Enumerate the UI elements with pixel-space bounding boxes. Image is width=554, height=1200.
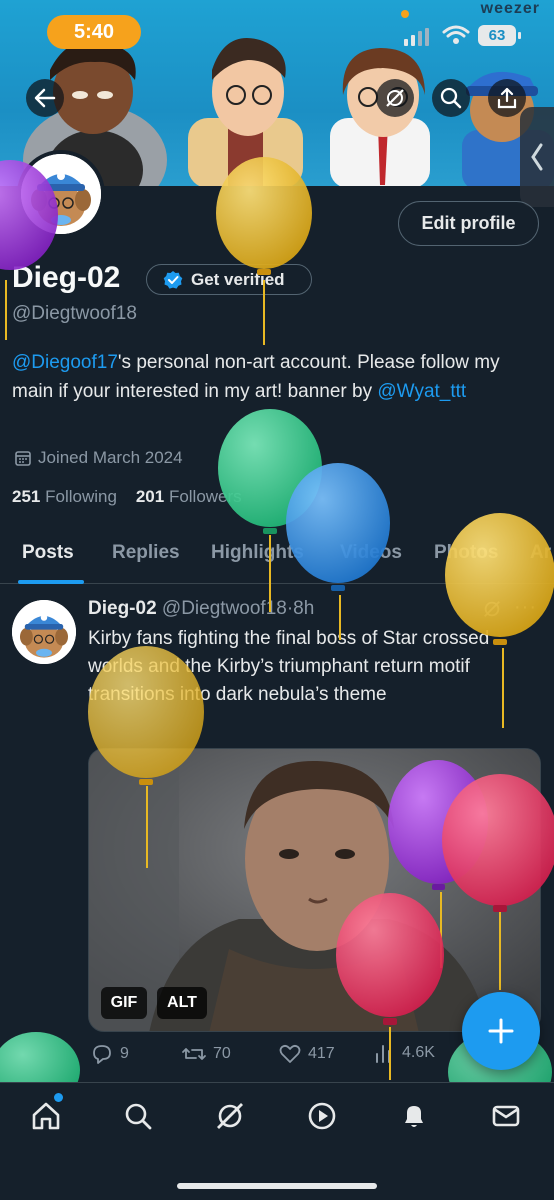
- side-panel-chevron-icon: [531, 143, 543, 171]
- status-bar: 5:40 weezer 63: [0, 0, 554, 60]
- messages-icon: [492, 1105, 520, 1127]
- bio-mention-main[interactable]: @Diegoof17: [12, 352, 118, 373]
- repost-button[interactable]: 70: [181, 1042, 231, 1066]
- tweet-avatar-image: [12, 600, 76, 664]
- get-verified-label: Get verified: [191, 269, 285, 289]
- grok-icon: [386, 89, 404, 107]
- tab-videos[interactable]: Videos: [340, 532, 402, 564]
- explore-icon: [125, 1103, 152, 1130]
- bio-mention-banner-artist[interactable]: @Wyat_ttt: [377, 381, 466, 402]
- repost-count: 70: [213, 1045, 231, 1062]
- followers-count: 201: [135, 487, 165, 506]
- gif-badge: GIF: [101, 987, 147, 1019]
- profile-bio: @Diegoof17's personal non-art account. P…: [12, 348, 542, 406]
- avatar-image: [21, 154, 101, 234]
- nav-spaces[interactable]: [306, 1100, 338, 1132]
- edit-profile-button[interactable]: Edit profile: [398, 201, 539, 246]
- home-indicator-bar[interactable]: [177, 1183, 377, 1189]
- joined-date: Joined March 2024: [14, 448, 183, 468]
- views-count: 4.6K: [402, 1044, 435, 1061]
- now-playing-label: weezer: [480, 0, 540, 17]
- search-profile-button[interactable]: [432, 79, 470, 117]
- profile-handle: @Diegtwoof18: [12, 303, 137, 324]
- like-icon: [279, 1044, 301, 1063]
- follow-stats: 251 Following 201 Followers: [12, 487, 242, 507]
- nav-home[interactable]: [30, 1100, 62, 1132]
- balloon-green-middle: [218, 409, 322, 527]
- reply-button[interactable]: 9: [90, 1042, 129, 1066]
- recording-dot: [401, 10, 409, 18]
- profile-avatar[interactable]: [17, 150, 105, 238]
- back-arrow-icon: [34, 88, 56, 108]
- reply-count: 9: [120, 1045, 129, 1062]
- tweet-author-name[interactable]: Dieg-02: [88, 598, 157, 619]
- followers-label: Followers: [168, 487, 242, 506]
- like-button[interactable]: 417: [278, 1042, 335, 1066]
- profile-display-name: Dieg-02: [12, 261, 121, 294]
- tab-posts[interactable]: Posts: [22, 532, 74, 564]
- spaces-icon: [308, 1102, 336, 1130]
- tweet-author-avatar[interactable]: [12, 600, 76, 664]
- calendar-icon: [15, 451, 31, 466]
- following-label: Following: [45, 487, 117, 506]
- nav-grok[interactable]: [214, 1100, 246, 1132]
- tweet-age: 8h: [293, 598, 315, 619]
- tweet-more-button[interactable]: ···: [514, 596, 537, 619]
- share-icon: [497, 87, 517, 109]
- tab-articles[interactable]: Ar: [530, 532, 551, 564]
- back-button[interactable]: [26, 79, 64, 117]
- nav-explore[interactable]: [122, 1100, 154, 1132]
- nav-notifications[interactable]: [398, 1100, 430, 1132]
- search-icon: [440, 87, 462, 109]
- tab-replies[interactable]: Replies: [112, 532, 180, 564]
- home-icon: [32, 1102, 60, 1130]
- cellular-signal-icon: [404, 28, 429, 46]
- tweet-text: Kirby fans fighting the final boss of St…: [88, 628, 490, 705]
- wifi-icon: [442, 25, 470, 44]
- grok-nav-icon: [217, 1103, 243, 1129]
- reply-icon: [93, 1045, 111, 1064]
- compose-post-button[interactable]: [462, 992, 540, 1070]
- tweet-header: Dieg-02 @Diegtwoof18·8h: [88, 598, 314, 620]
- following-link[interactable]: 251 Following: [12, 487, 117, 506]
- views-icon: [376, 1045, 390, 1063]
- compose-plus-icon: [488, 1018, 514, 1044]
- tab-photos[interactable]: Photos: [434, 532, 498, 564]
- active-tab-indicator: [18, 580, 84, 584]
- nav-messages[interactable]: [490, 1100, 522, 1132]
- tweet-author-handle: @Diegtwoof18: [161, 598, 287, 619]
- verified-badge-icon: [163, 270, 183, 289]
- views-button[interactable]: 4.6K: [374, 1042, 435, 1064]
- repost-icon: [182, 1048, 206, 1060]
- status-time: 5:40: [47, 15, 141, 49]
- tab-highlights[interactable]: Highlights: [211, 532, 304, 564]
- joined-label: Joined March 2024: [38, 448, 183, 467]
- grok-button[interactable]: [376, 79, 414, 117]
- share-button[interactable]: [488, 79, 526, 117]
- following-count: 251: [12, 487, 41, 506]
- profile-tabs: Posts Replies Highlights Videos Photos A…: [0, 532, 554, 584]
- like-count: 417: [308, 1045, 335, 1062]
- followers-link[interactable]: 201 Followers: [136, 487, 242, 506]
- side-panel-tab[interactable]: [520, 107, 554, 207]
- tweet-media-gif[interactable]: [88, 748, 541, 1032]
- notifications-icon: [405, 1106, 423, 1127]
- tweet-grok-icon[interactable]: [482, 599, 502, 619]
- home-unread-dot: [54, 1093, 63, 1102]
- get-verified-button[interactable]: Get verified: [146, 264, 312, 295]
- alt-text-badge[interactable]: ALT: [157, 987, 207, 1019]
- battery-indicator: 63: [478, 25, 521, 46]
